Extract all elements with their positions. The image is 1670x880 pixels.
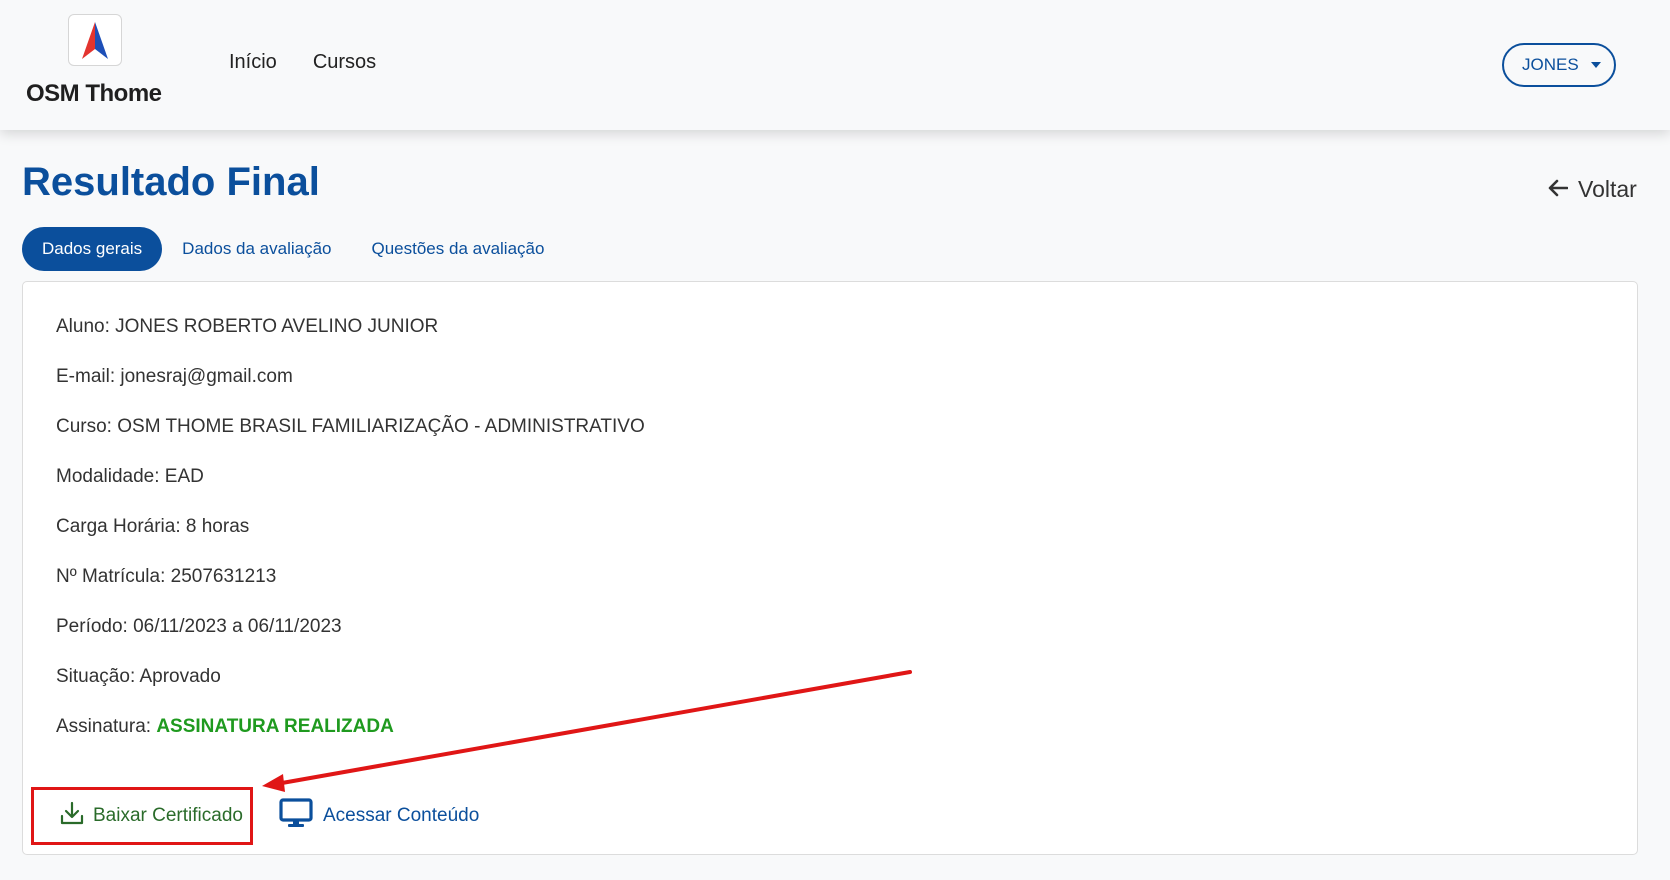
result-card: Aluno: JONES ROBERTO AVELINO JUNIOR E-ma… <box>22 281 1638 855</box>
monitor-icon <box>279 798 313 834</box>
arrow-left-icon <box>1548 176 1569 203</box>
nav-link-inicio[interactable]: Início <box>229 51 277 74</box>
field-modalidade: Modalidade: EAD <box>56 466 204 487</box>
tab-bar: Dados gerais Dados da avaliação Questões… <box>22 227 564 271</box>
user-menu-button[interactable]: JONES <box>1502 43 1616 87</box>
field-situacao: Situação: Aprovado <box>56 666 221 687</box>
brand-logo[interactable]: OSM Thome <box>26 14 166 114</box>
main-nav: Início Cursos <box>229 51 376 74</box>
field-periodo: Período: 06/11/2023 a 06/11/2023 <box>56 616 342 637</box>
field-curso: Curso: OSM THOME BRASIL FAMILIARIZAÇÃO -… <box>56 416 645 437</box>
field-email: E-mail: jonesraj@gmail.com <box>56 366 293 387</box>
field-matricula: Nº Matrícula: 2507631213 <box>56 566 277 587</box>
card-actions: Baixar Certificado Acessar Conteúdo <box>31 787 479 845</box>
tab-dados-gerais[interactable]: Dados gerais <box>22 227 163 271</box>
field-carga-horaria: Carga Horária: 8 horas <box>56 516 250 537</box>
logo-icon <box>68 14 122 66</box>
field-assinatura: Assinatura: ASSINATURA REALIZADA <box>56 716 645 766</box>
student-details: Aluno: JONES ROBERTO AVELINO JUNIOR E-ma… <box>56 316 645 766</box>
brand-name: OSM Thome <box>26 80 162 107</box>
download-certificate-label: Baixar Certificado <box>93 805 243 826</box>
user-menu-label: JONES <box>1522 55 1579 74</box>
assinatura-label: Assinatura: <box>56 716 152 737</box>
field-aluno: Aluno: JONES ROBERTO AVELINO JUNIOR <box>56 316 439 337</box>
nav-link-cursos[interactable]: Cursos <box>313 51 376 74</box>
download-certificate-button[interactable]: Baixar Certificado <box>31 787 253 845</box>
tab-dados-avaliacao[interactable]: Dados da avaliação <box>162 227 351 271</box>
page-title: Resultado Final <box>22 160 320 204</box>
download-icon <box>59 800 85 832</box>
caret-down-icon <box>1591 62 1601 68</box>
back-label: Voltar <box>1578 176 1637 202</box>
tab-questoes-avaliacao[interactable]: Questões da avaliação <box>352 227 565 271</box>
access-content-label: Acessar Conteúdo <box>322 805 480 826</box>
access-content-button[interactable]: Acessar Conteúdo <box>279 798 479 834</box>
back-button[interactable]: Voltar <box>1548 176 1637 203</box>
top-navbar: OSM Thome Início Cursos JONES <box>0 0 1670 130</box>
assinatura-status: ASSINATURA REALIZADA <box>156 716 394 737</box>
